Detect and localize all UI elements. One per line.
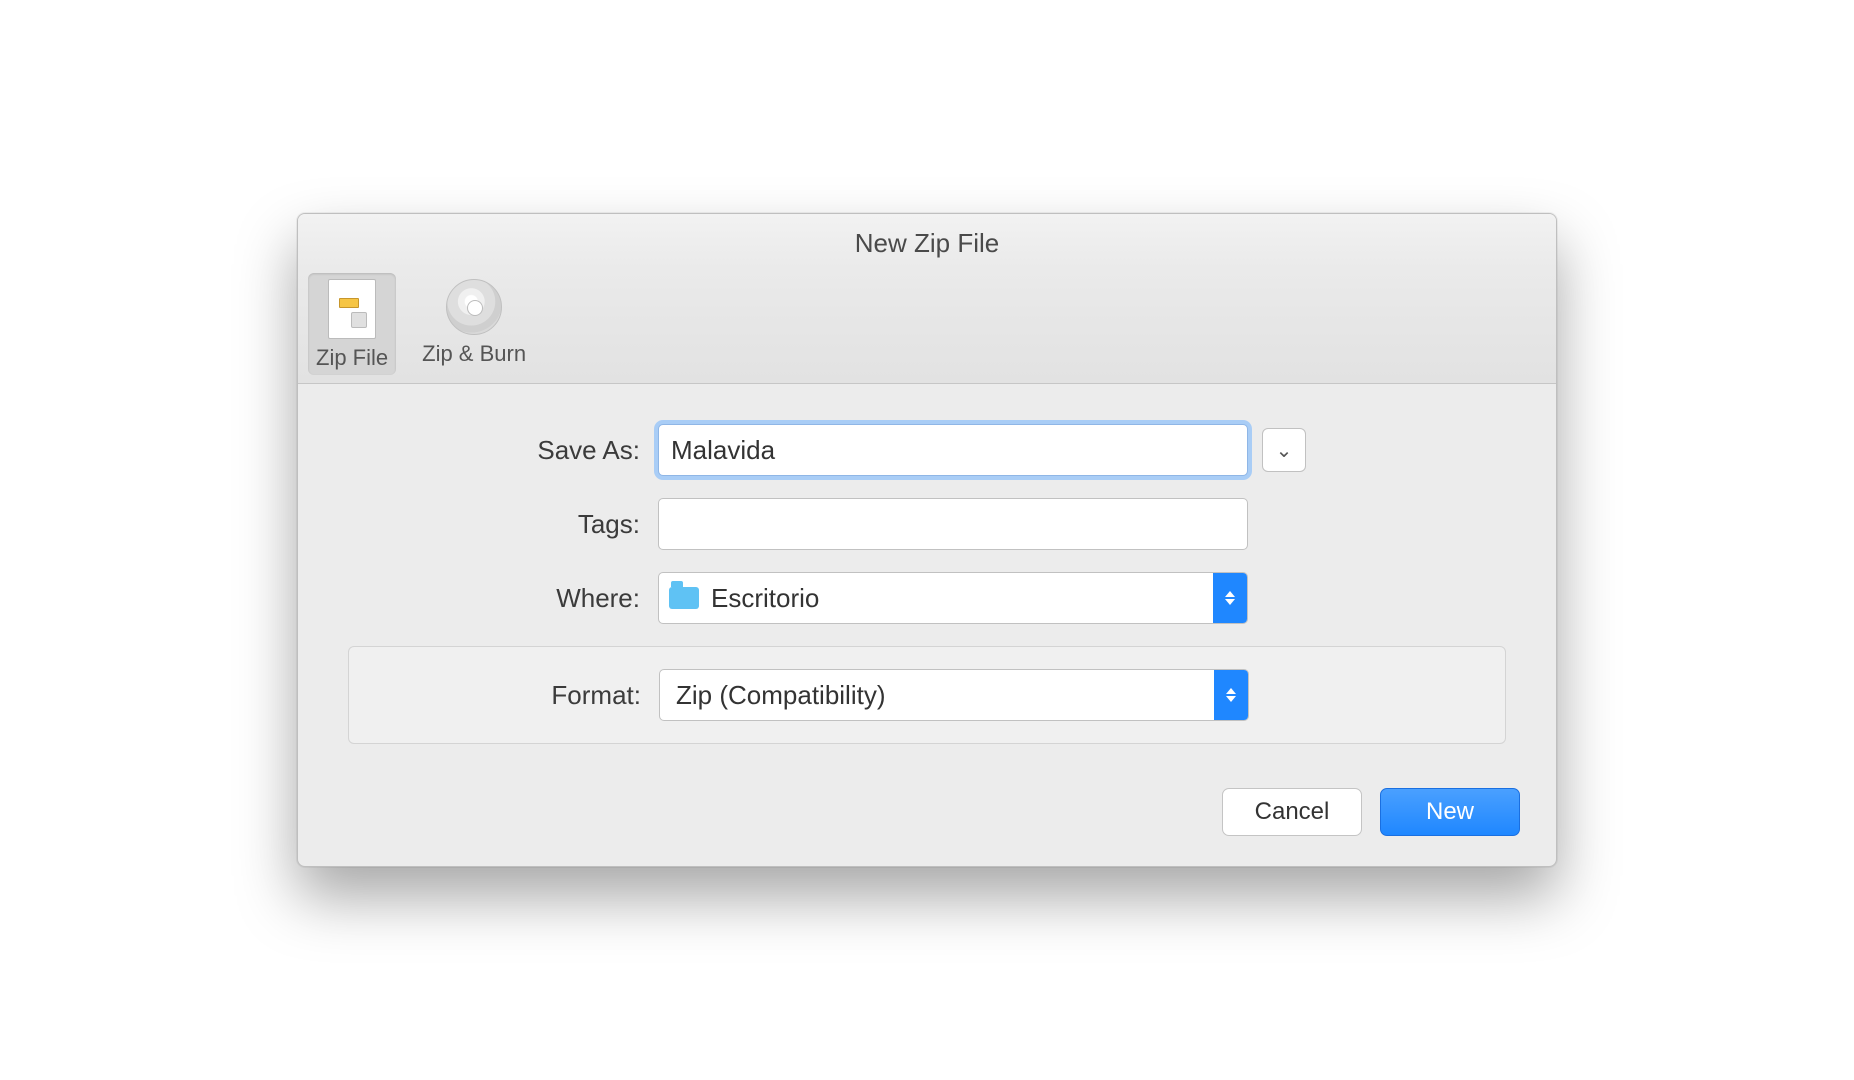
where-value: Escritorio [711,583,1201,614]
new-zip-window: New Zip File Zip File Zip & Burn Save As… [297,213,1557,867]
format-value: Zip (Compatibility) [670,680,1202,711]
where-row: Where: Escritorio [348,572,1506,624]
toolbar-zip-burn-label: Zip & Burn [422,341,526,367]
toolbar-zip-file-label: Zip File [316,345,388,371]
tags-label: Tags: [348,509,658,540]
dialog-footer: Cancel New [298,764,1556,866]
tags-input[interactable] [658,498,1248,550]
zip-file-icon [328,279,376,339]
toolbar: Zip File Zip & Burn [298,269,1556,384]
save-as-label: Save As: [348,435,658,466]
chevron-down-icon: ⌄ [1276,438,1293,463]
new-button[interactable]: New [1380,788,1520,836]
cancel-button[interactable]: Cancel [1222,788,1362,836]
disc-icon [446,279,502,335]
where-label: Where: [348,583,658,614]
folder-icon [669,587,699,609]
toolbar-zip-burn[interactable]: Zip & Burn [414,273,534,375]
save-as-row: Save As: ⌄ [348,424,1506,476]
save-as-input[interactable] [658,424,1248,476]
format-select[interactable]: Zip (Compatibility) [659,669,1249,721]
format-panel: Format: Zip (Compatibility) [348,646,1506,744]
window-title: New Zip File [298,214,1556,269]
select-stepper-icon [1213,573,1247,623]
format-label: Format: [349,680,659,711]
where-select[interactable]: Escritorio [658,572,1248,624]
dialog-body: Save As: ⌄ Tags: Where: Escritorio [298,384,1556,764]
tags-row: Tags: [348,498,1506,550]
select-stepper-icon [1214,670,1248,720]
toolbar-zip-file[interactable]: Zip File [308,273,396,375]
expand-save-panel-button[interactable]: ⌄ [1262,428,1306,472]
